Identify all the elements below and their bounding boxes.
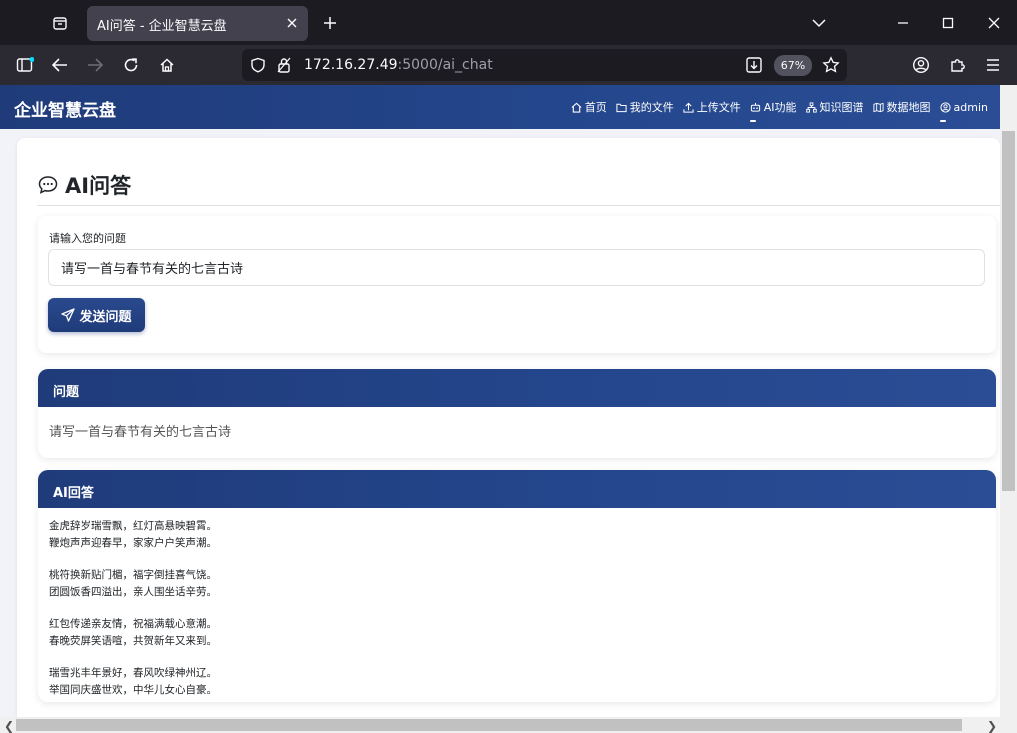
browser-tab-active[interactable]: AI问答 - 企业智慧云盘 (87, 6, 308, 41)
nav-data-map-label: 数据地图 (886, 101, 931, 114)
bookmark-star-icon[interactable] (822, 56, 840, 78)
url-text[interactable]: 172.16.27.49:5000/ai_chat (304, 57, 493, 73)
back-icon[interactable] (47, 52, 73, 78)
nav-user-admin[interactable]: admin (939, 99, 988, 122)
nav-ai-features[interactable]: AI功能 (749, 99, 797, 122)
answer-line: 春晚荧屏笑语喧，共贺新年又来到。 (49, 634, 217, 647)
close-tab-icon[interactable] (283, 14, 301, 32)
home-icon (571, 102, 582, 113)
page-title-text: AI问答 (65, 174, 132, 198)
vertical-scroll-thumb[interactable] (1002, 131, 1015, 491)
question-card-header: 问题 (38, 369, 996, 407)
download-page-icon[interactable] (745, 56, 763, 78)
tab-list-chevron-icon[interactable] (807, 12, 831, 34)
home-icon[interactable] (154, 52, 180, 78)
dropdown-indicator (749, 120, 756, 122)
nav-upload[interactable]: 上传文件 (683, 99, 741, 115)
nav-ai-features-label: AI功能 (763, 101, 797, 114)
nav-upload-label: 上传文件 (696, 101, 741, 114)
horizontal-scroll-thumb[interactable] (16, 719, 962, 731)
nav-home-label: 首页 (584, 101, 607, 114)
answer-line: 瑞雪兆丰年景好，春风吹绿神州辽。 (49, 667, 217, 679)
tab-title: AI问答 - 企业智慧云盘 (97, 19, 227, 34)
menu-icon[interactable] (980, 52, 1006, 78)
minimize-icon[interactable] (891, 12, 915, 34)
extensions-icon[interactable] (945, 52, 971, 78)
nav-user-label: admin (953, 100, 988, 114)
brand-logo-text[interactable]: 企业智慧云盘 (14, 96, 116, 121)
answer-card: AI回答 金虎辞岁瑞雪飘，红灯高悬映碧霄。 鞭炮声声迎春早，家家户户笑声潮。 桃符换… (38, 470, 996, 702)
answer-card-title: AI回答 (53, 486, 94, 501)
vertical-scrollbar[interactable] (1000, 85, 1017, 717)
answer-line: 红包传递亲友情，祝福满载心意潮。 (49, 618, 217, 630)
forward-icon[interactable] (82, 52, 108, 78)
nav-knowledge-graph[interactable]: 知识图谱 (805, 99, 864, 115)
robot-icon (750, 102, 760, 112)
stanza-gap (49, 551, 217, 567)
browser-toolbar: 172.16.27.49:5000/ai_chat 67% (0, 45, 1017, 85)
answer-line: 鞭炮声声迎春早，家家户户笑声潮。 (49, 536, 217, 549)
answer-text: 金虎辞岁瑞雪飘，红灯高悬映碧霄。 鞭炮声声迎春早，家家户户笑声潮。 桃符换新贴门楣，… (49, 518, 217, 698)
chat-bubble-icon (38, 176, 58, 194)
lock-icon[interactable] (277, 57, 291, 77)
page-title: AI问答 (37, 170, 131, 200)
map-icon (872, 102, 884, 112)
question-card-title: 问题 (53, 385, 80, 400)
paper-plane-icon (61, 308, 76, 322)
zoom-level-badge[interactable]: 67% (774, 55, 812, 76)
user-icon (939, 101, 951, 113)
main-nav: 首页 我的文件 上传文件 AI功能 知识图谱 数据地图 admin (571, 99, 988, 122)
horizontal-scrollbar[interactable]: ❮ ❯ (0, 717, 1017, 733)
scroll-left-arrow-icon[interactable]: ❮ (4, 719, 14, 733)
send-button-label: 发送问题 (79, 309, 132, 325)
reload-icon[interactable] (118, 52, 144, 78)
url-bar[interactable]: 172.16.27.49:5000/ai_chat 67% (242, 49, 847, 81)
stanza-gap (49, 649, 217, 665)
upload-icon (683, 102, 694, 113)
answer-line: 团圆饭香四溢出，亲人围坐话辛劳。 (49, 585, 217, 598)
answer-card-header: AI回答 (38, 470, 996, 508)
answer-line: 金虎辞岁瑞雪飘，红灯高悬映碧霄。 (49, 520, 217, 532)
dropdown-indicator (939, 120, 946, 122)
main-container: AI问答 请输入您的问题 发送问题 问题 请写一首与春节有关的七言古诗 AI回答… (17, 138, 1000, 718)
browser-tab-bar: AI问答 - 企业智慧云盘 (0, 0, 1017, 45)
url-path: :5000/ai_chat (397, 57, 493, 73)
question-card: 问题 请写一首与春节有关的七言古诗 (38, 369, 996, 458)
nav-my-files[interactable]: 我的文件 (616, 99, 674, 115)
answer-line: 举国同庆盛世欢，中华儿女心自豪。 (49, 683, 217, 696)
question-text: 请写一首与春节有关的七言古诗 (49, 425, 232, 440)
tab-overview-icon[interactable] (46, 10, 74, 36)
question-form: 请输入您的问题 发送问题 (38, 216, 996, 353)
diagram-icon (805, 101, 817, 113)
new-tab-icon[interactable] (318, 12, 342, 34)
tracking-shield-icon[interactable] (250, 57, 266, 77)
stanza-gap (49, 600, 217, 616)
question-input-label: 请输入您的问题 (49, 232, 126, 245)
scroll-right-arrow-icon[interactable]: ❯ (987, 719, 997, 733)
maximize-icon[interactable] (936, 12, 960, 34)
nav-knowledge-graph-label: 知识图谱 (819, 101, 864, 114)
nav-data-map[interactable]: 数据地图 (872, 99, 931, 115)
nav-my-files-label: 我的文件 (629, 101, 674, 114)
nav-home[interactable]: 首页 (571, 99, 607, 115)
answer-line: 桃符换新贴门楣，福字倒挂喜气饶。 (49, 569, 217, 581)
page-viewport: 企业智慧云盘 首页 我的文件 上传文件 AI功能 知识图谱 数据地图 admin… (0, 85, 1017, 733)
sidebar-icon[interactable] (12, 52, 38, 78)
folder-icon (616, 103, 627, 112)
close-window-icon[interactable] (982, 12, 1006, 34)
url-host: 172.16.27.49 (304, 57, 398, 73)
send-question-button[interactable]: 发送问题 (48, 298, 145, 332)
site-header: 企业智慧云盘 首页 我的文件 上传文件 AI功能 知识图谱 数据地图 admin (0, 85, 1000, 129)
question-input[interactable] (48, 249, 985, 286)
account-icon[interactable] (908, 52, 934, 78)
title-divider (37, 205, 1000, 206)
